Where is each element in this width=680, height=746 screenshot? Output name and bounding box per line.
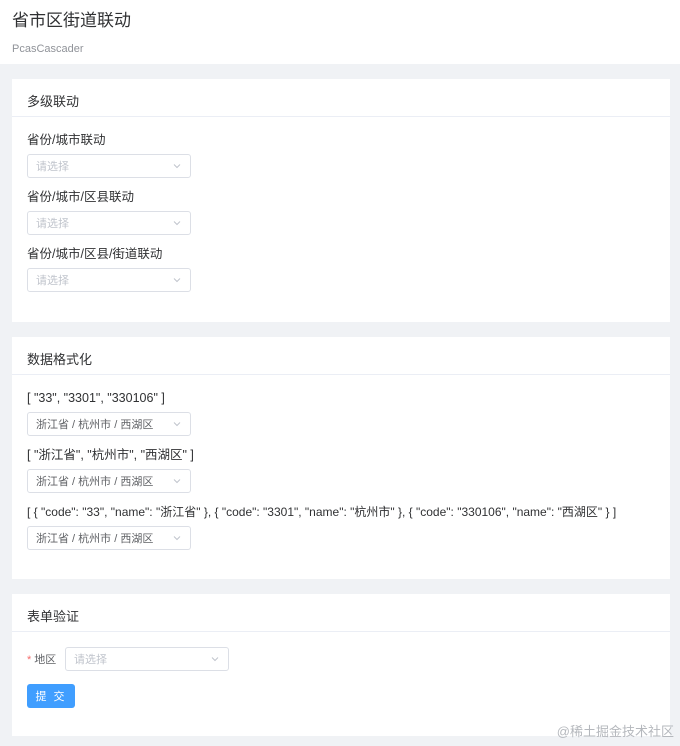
chevron-down-icon (173, 479, 181, 484)
code-format-cascader[interactable]: 浙江省 / 杭州市 / 西湖区 (27, 412, 191, 436)
card-title: 表单验证 (12, 594, 670, 632)
name-format-cascader[interactable]: 浙江省 / 杭州市 / 西湖区 (27, 469, 191, 493)
multilevel-card: 多级联动 省份/城市联动 请选择 省份/城市/区县联动 请选择 省份/城市/区县… (12, 79, 670, 322)
card-title: 多级联动 (12, 79, 670, 117)
field-label: [ "33", "3301", "330106" ] (27, 391, 165, 405)
page-subtitle: PcasCascader (12, 43, 84, 55)
field-label: [ "浙江省", "杭州市", "西湖区" ] (27, 448, 194, 462)
province-city-cascader[interactable]: 请选择 (27, 154, 191, 178)
province-city-district-cascader[interactable]: 请选择 (27, 211, 191, 235)
select-value: 浙江省 / 杭州市 / 西湖区 (36, 533, 154, 545)
submit-button[interactable]: 提 交 (27, 684, 75, 708)
province-city-district-street-cascader[interactable]: 请选择 (27, 268, 191, 292)
select-value: 浙江省 / 杭州市 / 西湖区 (36, 476, 154, 488)
field-label: 省份/城市/区县/街道联动 (27, 247, 163, 261)
chevron-down-icon (211, 657, 219, 662)
chevron-down-icon (173, 278, 181, 283)
card-title: 数据格式化 (12, 337, 670, 375)
select-placeholder: 请选择 (36, 218, 69, 230)
validation-card: 表单验证 * 地区 请选择 提 交 (12, 594, 670, 736)
page-title: 省市区街道联动 (12, 11, 131, 30)
field-label: 省份/城市/区县联动 (27, 190, 134, 204)
select-placeholder: 请选择 (74, 654, 107, 666)
page-header: 省市区街道联动 PcasCascader (0, 0, 680, 64)
field-label: [ { "code": "33", "name": "浙江省" }, { "co… (27, 505, 617, 519)
format-card: 数据格式化 [ "33", "3301", "330106" ] 浙江省 / 杭… (12, 337, 670, 579)
watermark: @稀土掘金技术社区 (556, 724, 674, 739)
field-label: 省份/城市联动 (27, 133, 106, 147)
chevron-down-icon (173, 221, 181, 226)
select-value: 浙江省 / 杭州市 / 西湖区 (36, 419, 154, 431)
region-label-text: 地区 (34, 654, 57, 666)
select-placeholder: 请选择 (36, 275, 69, 287)
chevron-down-icon (173, 164, 181, 169)
region-cascader[interactable]: 请选择 (65, 647, 229, 671)
region-form-item: * 地区 请选择 (27, 647, 655, 671)
chevron-down-icon (173, 422, 181, 427)
required-mark: * (27, 654, 32, 666)
chevron-down-icon (173, 536, 181, 541)
region-label: * 地区 (27, 651, 65, 667)
select-placeholder: 请选择 (36, 161, 69, 173)
object-format-cascader[interactable]: 浙江省 / 杭州市 / 西湖区 (27, 526, 191, 550)
